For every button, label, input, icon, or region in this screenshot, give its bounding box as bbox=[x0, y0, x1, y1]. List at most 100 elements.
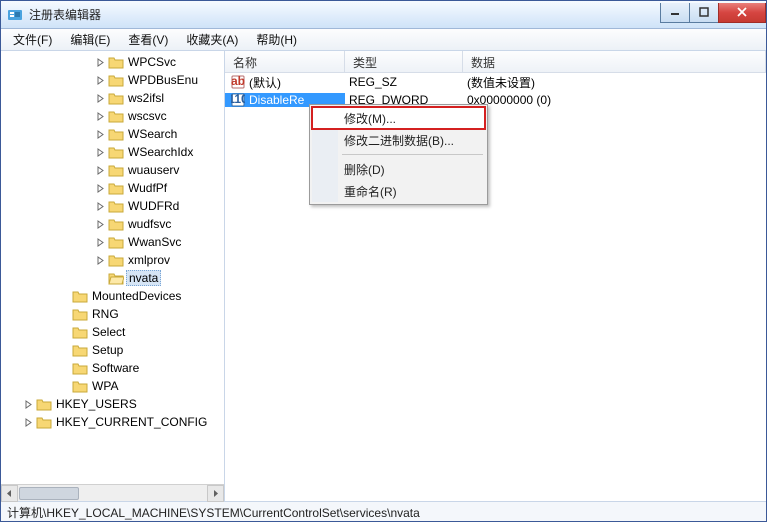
tree-item[interactable]: Software bbox=[3, 359, 224, 377]
statusbar: 计算机\HKEY_LOCAL_MACHINE\SYSTEM\CurrentCon… bbox=[1, 501, 766, 521]
tree-label: Select bbox=[92, 325, 125, 339]
tree-item[interactable]: WUDFRd bbox=[3, 197, 224, 215]
expand-icon[interactable] bbox=[95, 57, 106, 68]
tree-item[interactable]: Select bbox=[3, 323, 224, 341]
tree-label: WSearchIdx bbox=[128, 145, 193, 159]
tree-label: WPCSvc bbox=[128, 55, 176, 69]
tree-item[interactable]: wuauserv bbox=[3, 161, 224, 179]
scroll-thumb[interactable] bbox=[19, 487, 79, 500]
tree-label: WwanSvc bbox=[128, 235, 181, 249]
expand-icon[interactable] bbox=[59, 327, 70, 338]
tree-label: xmlprov bbox=[128, 253, 170, 267]
expand-icon[interactable] bbox=[23, 417, 34, 428]
ctx-delete[interactable]: 删除(D) bbox=[312, 158, 485, 180]
expand-icon[interactable] bbox=[95, 219, 106, 230]
registry-tree[interactable]: WPCSvc WPDBusEnu ws2ifsl wscsvc WSearch WSear… bbox=[1, 51, 224, 484]
expand-icon[interactable] bbox=[95, 93, 106, 104]
tree-label: wuauserv bbox=[128, 163, 179, 177]
expand-icon[interactable] bbox=[95, 237, 106, 248]
tree-panel: WPCSvc WPDBusEnu ws2ifsl wscsvc WSearch WSear… bbox=[1, 51, 225, 501]
tree-label: ws2ifsl bbox=[128, 91, 164, 105]
expand-icon[interactable] bbox=[59, 363, 70, 374]
tree-item[interactable]: xmlprov bbox=[3, 251, 224, 269]
tree-label: Software bbox=[92, 361, 139, 375]
expand-icon[interactable] bbox=[95, 129, 106, 140]
col-name[interactable]: 名称 bbox=[225, 51, 345, 72]
tree-label: wscsvc bbox=[128, 109, 167, 123]
menu-edit[interactable]: 编辑(E) bbox=[62, 29, 118, 50]
tree-item[interactable]: WwanSvc bbox=[3, 233, 224, 251]
tree-item[interactable]: wscsvc bbox=[3, 107, 224, 125]
maximize-button[interactable] bbox=[689, 3, 719, 23]
col-type[interactable]: 类型 bbox=[345, 51, 463, 72]
ctx-rename[interactable]: 重命名(R) bbox=[312, 180, 485, 202]
expand-icon[interactable] bbox=[95, 111, 106, 122]
tree-item[interactable]: ws2ifsl bbox=[3, 89, 224, 107]
tree-label: Setup bbox=[92, 343, 123, 357]
window-buttons bbox=[661, 3, 766, 23]
tree-label: WudfPf bbox=[128, 181, 167, 195]
svg-text:ab: ab bbox=[231, 75, 245, 88]
tree-label: WSearch bbox=[128, 127, 177, 141]
window-title: 注册表编辑器 bbox=[29, 6, 661, 23]
tree-item[interactable]: wudfsvc bbox=[3, 215, 224, 233]
col-data[interactable]: 数据 bbox=[463, 51, 766, 72]
tree-item-nvata[interactable]: nvata bbox=[3, 269, 224, 287]
expand-icon[interactable] bbox=[95, 255, 106, 266]
tree-label: nvata bbox=[126, 270, 161, 286]
expand-icon[interactable] bbox=[95, 165, 106, 176]
expand-icon[interactable] bbox=[95, 183, 106, 194]
expand-icon[interactable] bbox=[59, 381, 70, 392]
tree-label: RNG bbox=[92, 307, 119, 321]
menu-file[interactable]: 文件(F) bbox=[5, 29, 60, 50]
expand-icon[interactable] bbox=[95, 201, 106, 212]
expand-icon[interactable] bbox=[59, 309, 70, 320]
values-list[interactable]: ab (默认) REG_SZ(数值未设置)110DisableReREG_DWORD… bbox=[225, 73, 766, 501]
tree-item[interactable]: WPCSvc bbox=[3, 53, 224, 71]
expand-icon[interactable] bbox=[95, 273, 106, 284]
context-menu: 修改(M)... 修改二进制数据(B)... 删除(D) 重命名(R) bbox=[309, 104, 488, 205]
expand-icon[interactable] bbox=[59, 291, 70, 302]
tree-label: WPA bbox=[92, 379, 118, 393]
close-button[interactable] bbox=[718, 3, 766, 23]
value-data: (数值未设置) bbox=[463, 74, 766, 91]
scroll-right-button[interactable] bbox=[207, 485, 224, 502]
tree-label: wudfsvc bbox=[128, 217, 171, 231]
tree-item[interactable]: HKEY_USERS bbox=[3, 395, 224, 413]
tree-item[interactable]: WSearch bbox=[3, 125, 224, 143]
tree-item[interactable]: WudfPf bbox=[3, 179, 224, 197]
tree-item[interactable]: RNG bbox=[3, 305, 224, 323]
value-data: 0x00000000 (0) bbox=[463, 93, 766, 107]
menu-help[interactable]: 帮助(H) bbox=[248, 29, 305, 50]
tree-label: WUDFRd bbox=[128, 199, 179, 213]
expand-icon[interactable] bbox=[59, 345, 70, 356]
ctx-modify[interactable]: 修改(M)... bbox=[312, 107, 485, 129]
tree-item[interactable]: WPA bbox=[3, 377, 224, 395]
tree-item[interactable]: HKEY_CURRENT_CONFIG bbox=[3, 413, 224, 431]
expand-icon[interactable] bbox=[95, 147, 106, 158]
tree-label: WPDBusEnu bbox=[128, 73, 198, 87]
value-type: REG_SZ bbox=[345, 75, 463, 89]
value-name: (默认) bbox=[249, 74, 281, 91]
regedit-icon bbox=[7, 7, 23, 23]
tree-item[interactable]: MountedDevices bbox=[3, 287, 224, 305]
expand-icon[interactable] bbox=[95, 75, 106, 86]
tree-item[interactable]: WPDBusEnu bbox=[3, 71, 224, 89]
scroll-left-button[interactable] bbox=[1, 485, 18, 502]
expand-icon[interactable] bbox=[23, 399, 34, 410]
tree-item[interactable]: Setup bbox=[3, 341, 224, 359]
ctx-modify-binary[interactable]: 修改二进制数据(B)... bbox=[312, 129, 485, 151]
value-row[interactable]: ab (默认) REG_SZ(数值未设置) bbox=[225, 73, 766, 91]
menu-favorites[interactable]: 收藏夹(A) bbox=[178, 29, 246, 50]
column-headers: 名称 类型 数据 bbox=[225, 51, 766, 73]
tree-label: HKEY_CURRENT_CONFIG bbox=[56, 415, 207, 429]
minimize-button[interactable] bbox=[660, 3, 690, 23]
status-path: 计算机\HKEY_LOCAL_MACHINE\SYSTEM\CurrentCon… bbox=[7, 506, 420, 520]
titlebar[interactable]: 注册表编辑器 bbox=[1, 1, 766, 29]
menu-view[interactable]: 查看(V) bbox=[120, 29, 176, 50]
value-row[interactable]: 110DisableReREG_DWORD0x00000000 (0) bbox=[225, 91, 766, 109]
tree-hscrollbar[interactable] bbox=[1, 484, 224, 501]
tree-item[interactable]: WSearchIdx bbox=[3, 143, 224, 161]
ctx-separator bbox=[342, 154, 483, 155]
values-panel: 名称 类型 数据 ab (默认) REG_SZ(数值未设置)110DisableRe… bbox=[225, 51, 766, 501]
